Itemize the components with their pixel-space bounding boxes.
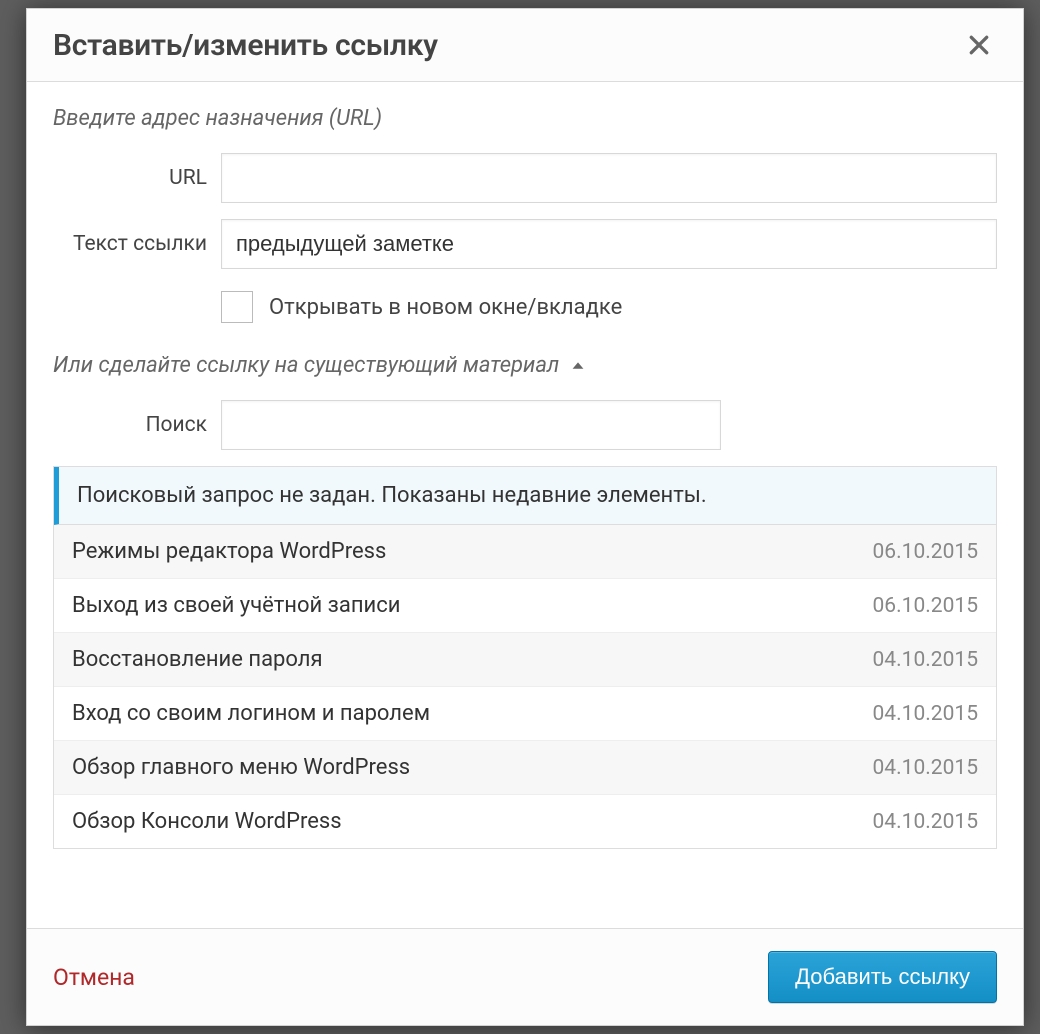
search-label: Поиск	[53, 412, 221, 438]
url-input[interactable]	[221, 153, 997, 203]
result-title: Выход из своей учётной записи	[72, 593, 400, 618]
row-newtab: Открывать в новом окне/вкладке	[221, 291, 997, 323]
caret-up-icon	[569, 357, 587, 375]
existing-section-label: Или сделайте ссылку на существующий мате…	[53, 353, 559, 378]
result-row[interactable]: Вход со своим логином и паролем 04.10.201…	[54, 687, 996, 741]
dialog-title: Вставить/изменить ссылку	[53, 28, 438, 63]
existing-section-toggle[interactable]: Или сделайте ссылку на существующий мате…	[53, 353, 997, 378]
result-row[interactable]: Обзор главного меню WordPress 04.10.2015	[54, 741, 996, 795]
result-date: 04.10.2015	[873, 756, 979, 780]
result-row[interactable]: Восстановление пароля 04.10.2015	[54, 633, 996, 687]
linktext-input[interactable]	[221, 219, 997, 269]
cancel-button[interactable]: Отмена	[53, 964, 135, 991]
close-icon[interactable]	[961, 27, 997, 63]
result-row[interactable]: Выход из своей учётной записи 06.10.2015	[54, 579, 996, 633]
result-date: 04.10.2015	[873, 648, 979, 672]
result-date: 04.10.2015	[873, 810, 979, 834]
newtab-label: Открывать в новом окне/вкладке	[269, 295, 622, 320]
row-linktext: Текст ссылки	[53, 219, 997, 269]
dialog-header: Вставить/изменить ссылку	[27, 9, 1023, 82]
row-url: URL	[53, 153, 997, 203]
row-search: Поиск	[53, 400, 997, 450]
url-label: URL	[53, 165, 221, 191]
add-link-button[interactable]: Добавить ссылку	[768, 951, 997, 1003]
results-list: Поисковый запрос не задан. Показаны неда…	[53, 466, 997, 849]
search-input[interactable]	[221, 400, 721, 450]
insert-link-dialog: Вставить/изменить ссылку Введите адрес н…	[26, 8, 1024, 1026]
result-title: Режимы редактора WordPress	[72, 539, 386, 564]
result-title: Вход со своим логином и паролем	[72, 701, 430, 726]
destination-section-label: Введите адрес назначения (URL)	[53, 106, 997, 131]
linktext-label: Текст ссылки	[53, 231, 221, 257]
dialog-footer: Отмена Добавить ссылку	[27, 928, 1023, 1025]
result-title: Обзор Консоли WordPress	[72, 809, 342, 834]
newtab-checkbox[interactable]	[221, 291, 253, 323]
results-header: Поисковый запрос не задан. Показаны неда…	[54, 467, 996, 525]
dialog-body: Введите адрес назначения (URL) URL Текст…	[27, 82, 1023, 928]
result-row[interactable]: Режимы редактора WordPress 06.10.2015	[54, 525, 996, 579]
result-title: Восстановление пароля	[72, 647, 323, 672]
result-date: 06.10.2015	[873, 540, 979, 564]
result-row[interactable]: Обзор Консоли WordPress 04.10.2015	[54, 795, 996, 848]
result-title: Обзор главного меню WordPress	[72, 755, 410, 780]
result-date: 04.10.2015	[873, 702, 979, 726]
result-date: 06.10.2015	[873, 594, 979, 618]
